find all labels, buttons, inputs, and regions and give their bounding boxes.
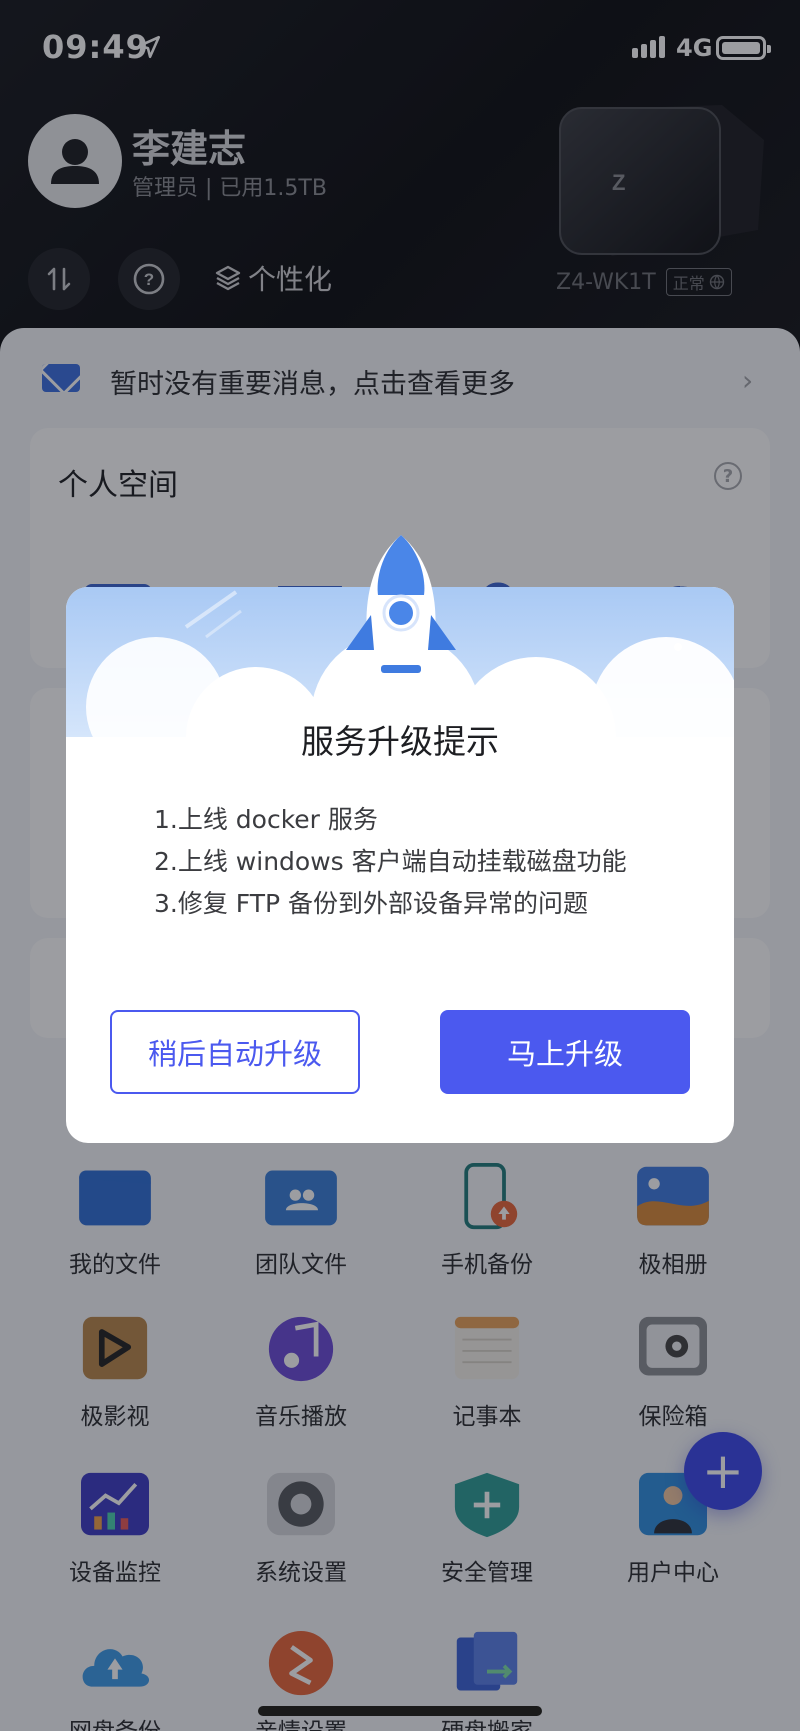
dialog-title: 服务升级提示 — [301, 722, 499, 761]
dialog-body: 1.上线 docker 服务 2.上线 windows 客户端自动挂载磁盘功能 … — [154, 799, 644, 925]
dialog-line: 1.上线 docker 服务 — [154, 805, 378, 834]
dialog-line: 3.修复 FTP 备份到外部设备异常的问题 — [154, 889, 589, 918]
upgrade-later-button[interactable]: 稍后自动升级 — [110, 1010, 360, 1094]
rocket-icon — [346, 535, 456, 710]
upgrade-now-button[interactable]: 马上升级 — [440, 1010, 690, 1094]
app-screen: 09:49 4G 李建志 管理员 | 已用1.5TB ? 个性化 Z Z4-WK… — [0, 0, 800, 1731]
home-indicator — [258, 1706, 542, 1716]
dialog-line: 2.上线 windows 客户端自动挂载磁盘功能 — [154, 847, 627, 876]
